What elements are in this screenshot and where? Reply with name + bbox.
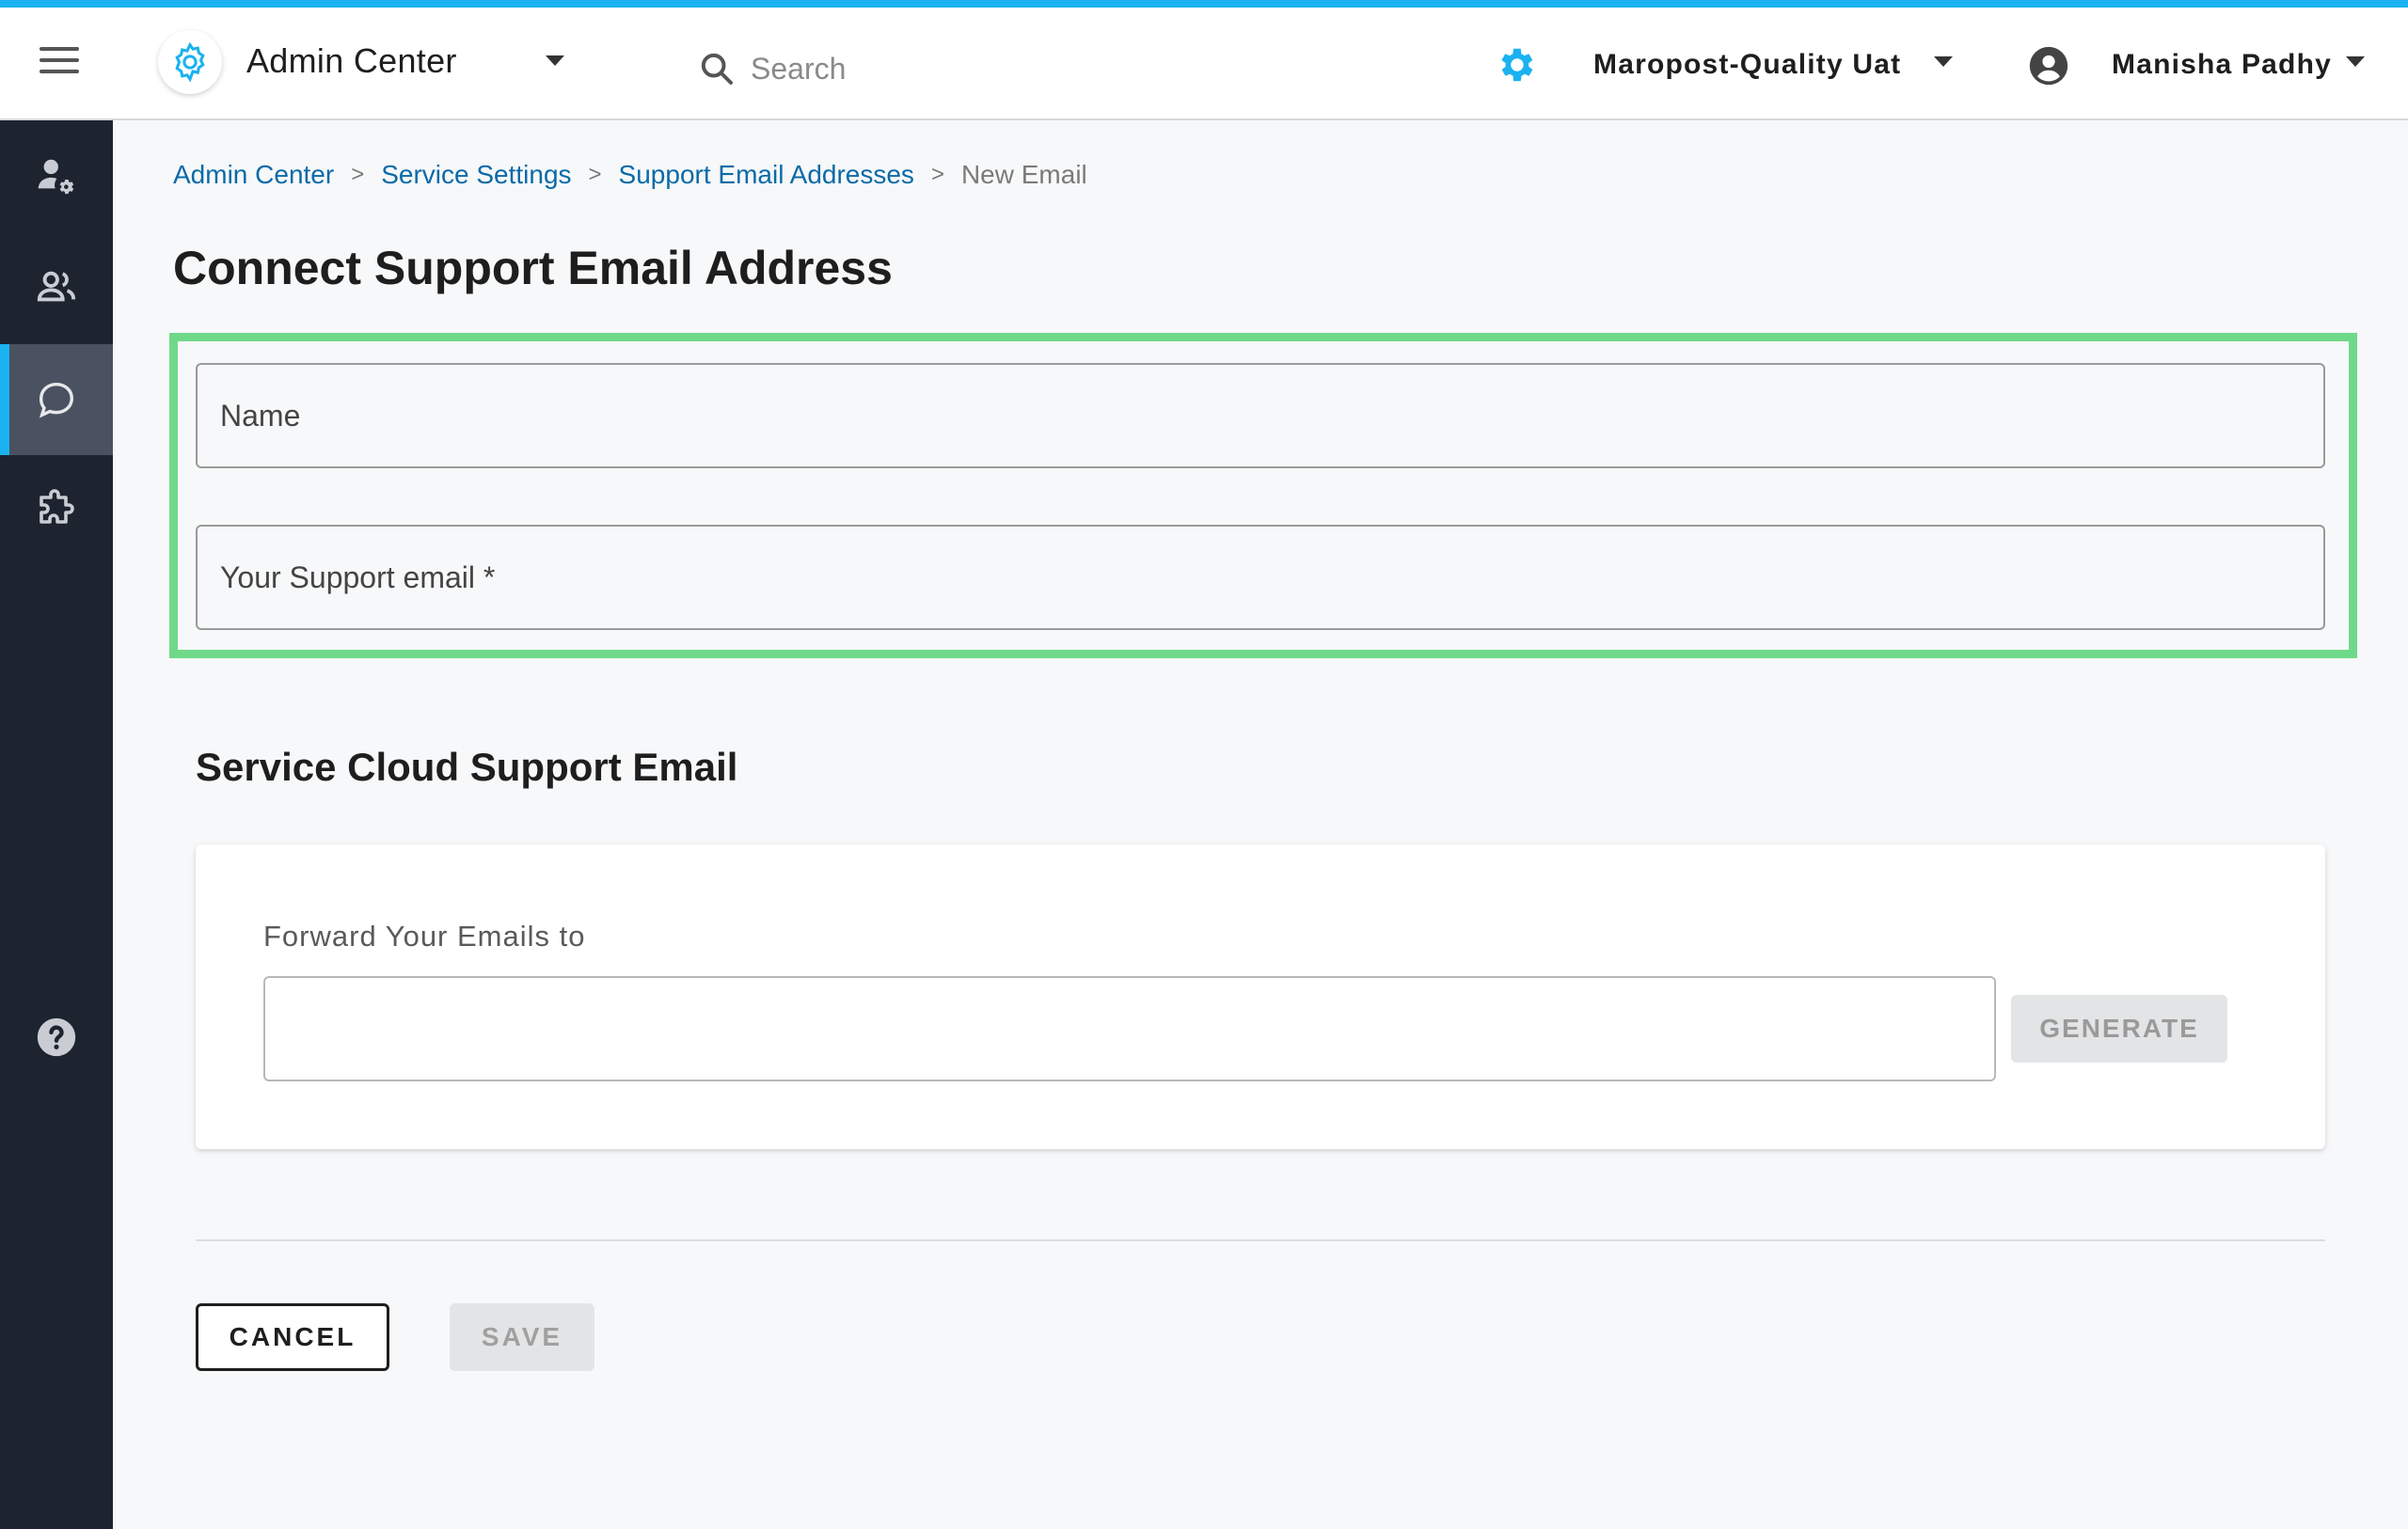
breadcrumb: Admin Center > Service Settings > Suppor…	[173, 160, 1087, 190]
gear-icon[interactable]	[1494, 43, 1537, 91]
save-button[interactable]: SAVE	[450, 1303, 594, 1371]
users-icon	[37, 271, 76, 302]
divider	[196, 1239, 2325, 1241]
name-field[interactable]: Name	[196, 363, 2325, 468]
generate-button[interactable]: GENERATE	[2011, 995, 2227, 1063]
puzzle-icon	[40, 489, 74, 524]
app-title: Admin Center	[246, 41, 457, 80]
page-title: Connect Support Email Address	[173, 242, 893, 294]
help-icon	[37, 1017, 76, 1057]
forward-email-input[interactable]	[263, 976, 1996, 1081]
app-switcher-chevron-down-icon[interactable]	[546, 55, 564, 66]
sidebar-item-integrations[interactable]	[0, 453, 113, 564]
org-switcher-label[interactable]: Maropost-Quality Uat	[1593, 49, 1901, 81]
breadcrumb-support-email-addresses[interactable]: Support Email Addresses	[619, 160, 914, 190]
breadcrumb-separator: >	[930, 162, 944, 187]
forward-label: Forward Your Emails to	[263, 920, 586, 953]
search-input[interactable]: Search	[751, 52, 846, 87]
name-field-placeholder: Name	[220, 398, 301, 433]
cancel-button[interactable]: CANCEL	[196, 1303, 389, 1371]
user-settings-icon	[38, 159, 74, 195]
top-bar: Admin Center Search Maropost-Quality Uat…	[0, 8, 2408, 120]
search-field[interactable]: Search	[698, 45, 980, 92]
breadcrumb-service-settings[interactable]: Service Settings	[381, 160, 571, 190]
chat-icon	[39, 382, 74, 418]
breadcrumb-current: New Email	[960, 160, 1087, 189]
sidebar-item-user-settings[interactable]	[0, 120, 113, 231]
breadcrumb-separator: >	[588, 162, 602, 187]
sidebar-item-help[interactable]	[0, 982, 113, 1093]
user-menu-label[interactable]: Manisha Padhy	[2112, 49, 2332, 81]
section-title: Service Cloud Support Email	[196, 745, 738, 789]
forward-email-card: Forward Your Emails to GENERATE	[196, 844, 2325, 1149]
sidebar-item-users[interactable]	[0, 231, 113, 342]
support-email-placeholder: Your Support email *	[220, 560, 496, 594]
sidebar-item-chat[interactable]	[0, 344, 113, 455]
support-email-field[interactable]: Your Support email *	[196, 525, 2325, 630]
search-icon	[701, 53, 733, 85]
org-chevron-down-icon[interactable]	[1934, 56, 1953, 67]
user-chevron-down-icon[interactable]	[2346, 56, 2365, 67]
menu-icon[interactable]	[40, 47, 79, 79]
top-accent-bar	[0, 0, 2408, 8]
breadcrumb-separator: >	[351, 162, 365, 187]
breadcrumb-admin-center[interactable]: Admin Center	[173, 160, 334, 190]
avatar-icon[interactable]	[2028, 45, 2069, 91]
admin-center-logo-icon	[158, 30, 222, 94]
